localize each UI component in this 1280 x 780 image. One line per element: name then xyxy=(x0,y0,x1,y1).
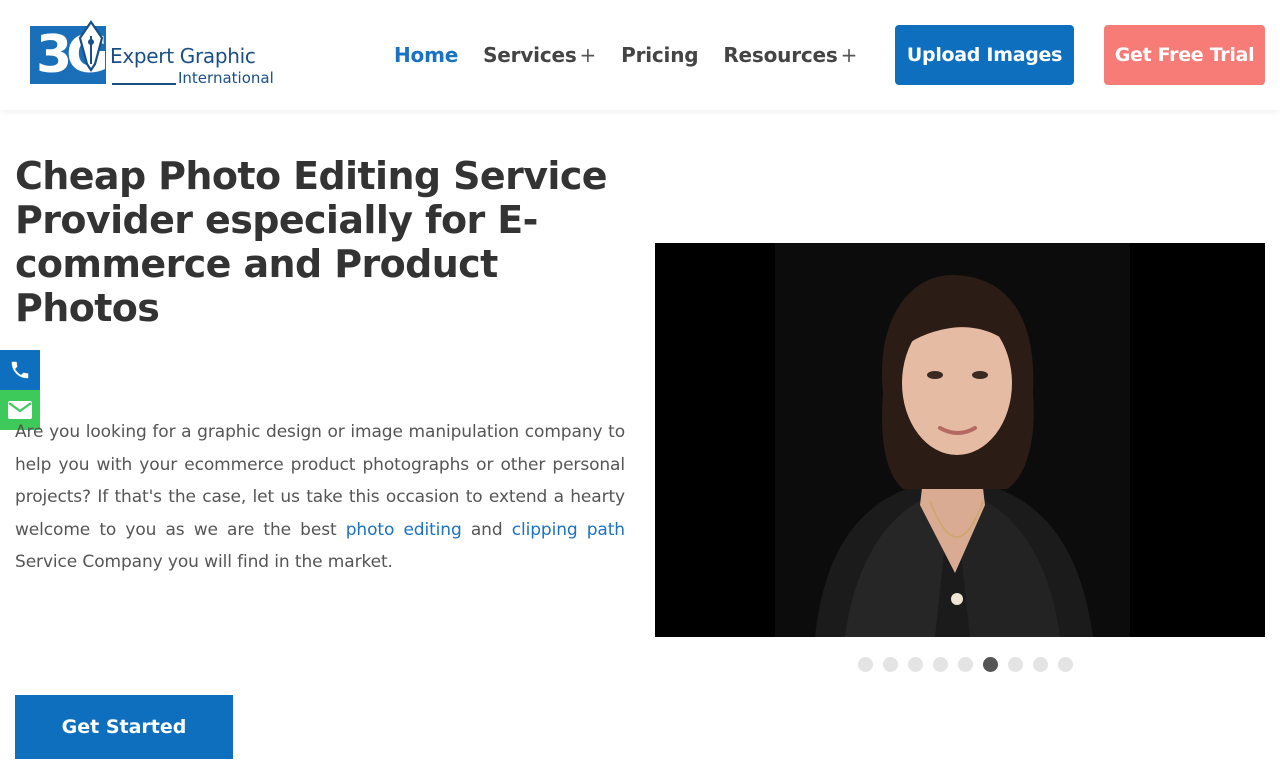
nav-item-label: Services xyxy=(483,43,577,67)
clipping-path-link[interactable]: clipping path xyxy=(512,520,625,540)
slider-dot[interactable] xyxy=(908,657,923,672)
main-nav: Home Services + Pricing Resources + xyxy=(394,40,882,70)
logo-subtitle: International xyxy=(178,69,274,87)
nav-item-resources[interactable]: Resources + xyxy=(723,43,857,67)
free-trial-button[interactable]: Get Free Trial xyxy=(1104,25,1265,85)
plus-icon: + xyxy=(840,43,858,67)
upload-images-button[interactable]: Upload Images xyxy=(895,25,1074,85)
hero-text-part: Service Company you will find in the mar… xyxy=(15,552,393,572)
slider-pagination xyxy=(858,657,1083,672)
phone-icon xyxy=(11,361,29,379)
nav-item-label: Home xyxy=(394,43,459,67)
site-header: 3G Expert Graphic International Home Ser… xyxy=(0,0,1280,110)
slider-dot[interactable] xyxy=(1008,657,1023,672)
nav-item-services[interactable]: Services + xyxy=(483,43,596,67)
phone-contact-tab[interactable] xyxy=(0,350,40,390)
hero-image-slider[interactable] xyxy=(655,243,1265,637)
slider-dot[interactable] xyxy=(1033,657,1048,672)
slide-image-panel xyxy=(775,243,1130,637)
logo-title: Expert Graphic xyxy=(110,44,256,68)
nav-item-pricing[interactable]: Pricing xyxy=(621,43,698,67)
pen-nib-icon xyxy=(78,20,104,72)
nav-item-home[interactable]: Home xyxy=(394,43,458,67)
hero-text-part: and xyxy=(461,519,512,540)
slider-dot[interactable] xyxy=(858,657,873,672)
nav-item-label: Pricing xyxy=(621,43,699,67)
portrait-photo xyxy=(775,243,1130,637)
logo-divider xyxy=(112,83,176,85)
slider-dot-active[interactable] xyxy=(983,657,998,672)
nav-item-label: Resources xyxy=(723,43,838,67)
hero-title: Cheap Photo Editing Service Provider esp… xyxy=(15,154,608,330)
hero-description: Are you looking for a graphic design or … xyxy=(15,416,625,579)
slider-dot[interactable] xyxy=(933,657,948,672)
get-started-button[interactable]: Get Started xyxy=(15,695,233,759)
slider-dot[interactable] xyxy=(958,657,973,672)
slider-dot[interactable] xyxy=(883,657,898,672)
photo-editing-link[interactable]: photo editing xyxy=(346,520,462,540)
slider-dot[interactable] xyxy=(1058,657,1073,672)
site-logo[interactable]: 3G Expert Graphic International xyxy=(30,20,280,90)
plus-icon: + xyxy=(579,43,597,67)
